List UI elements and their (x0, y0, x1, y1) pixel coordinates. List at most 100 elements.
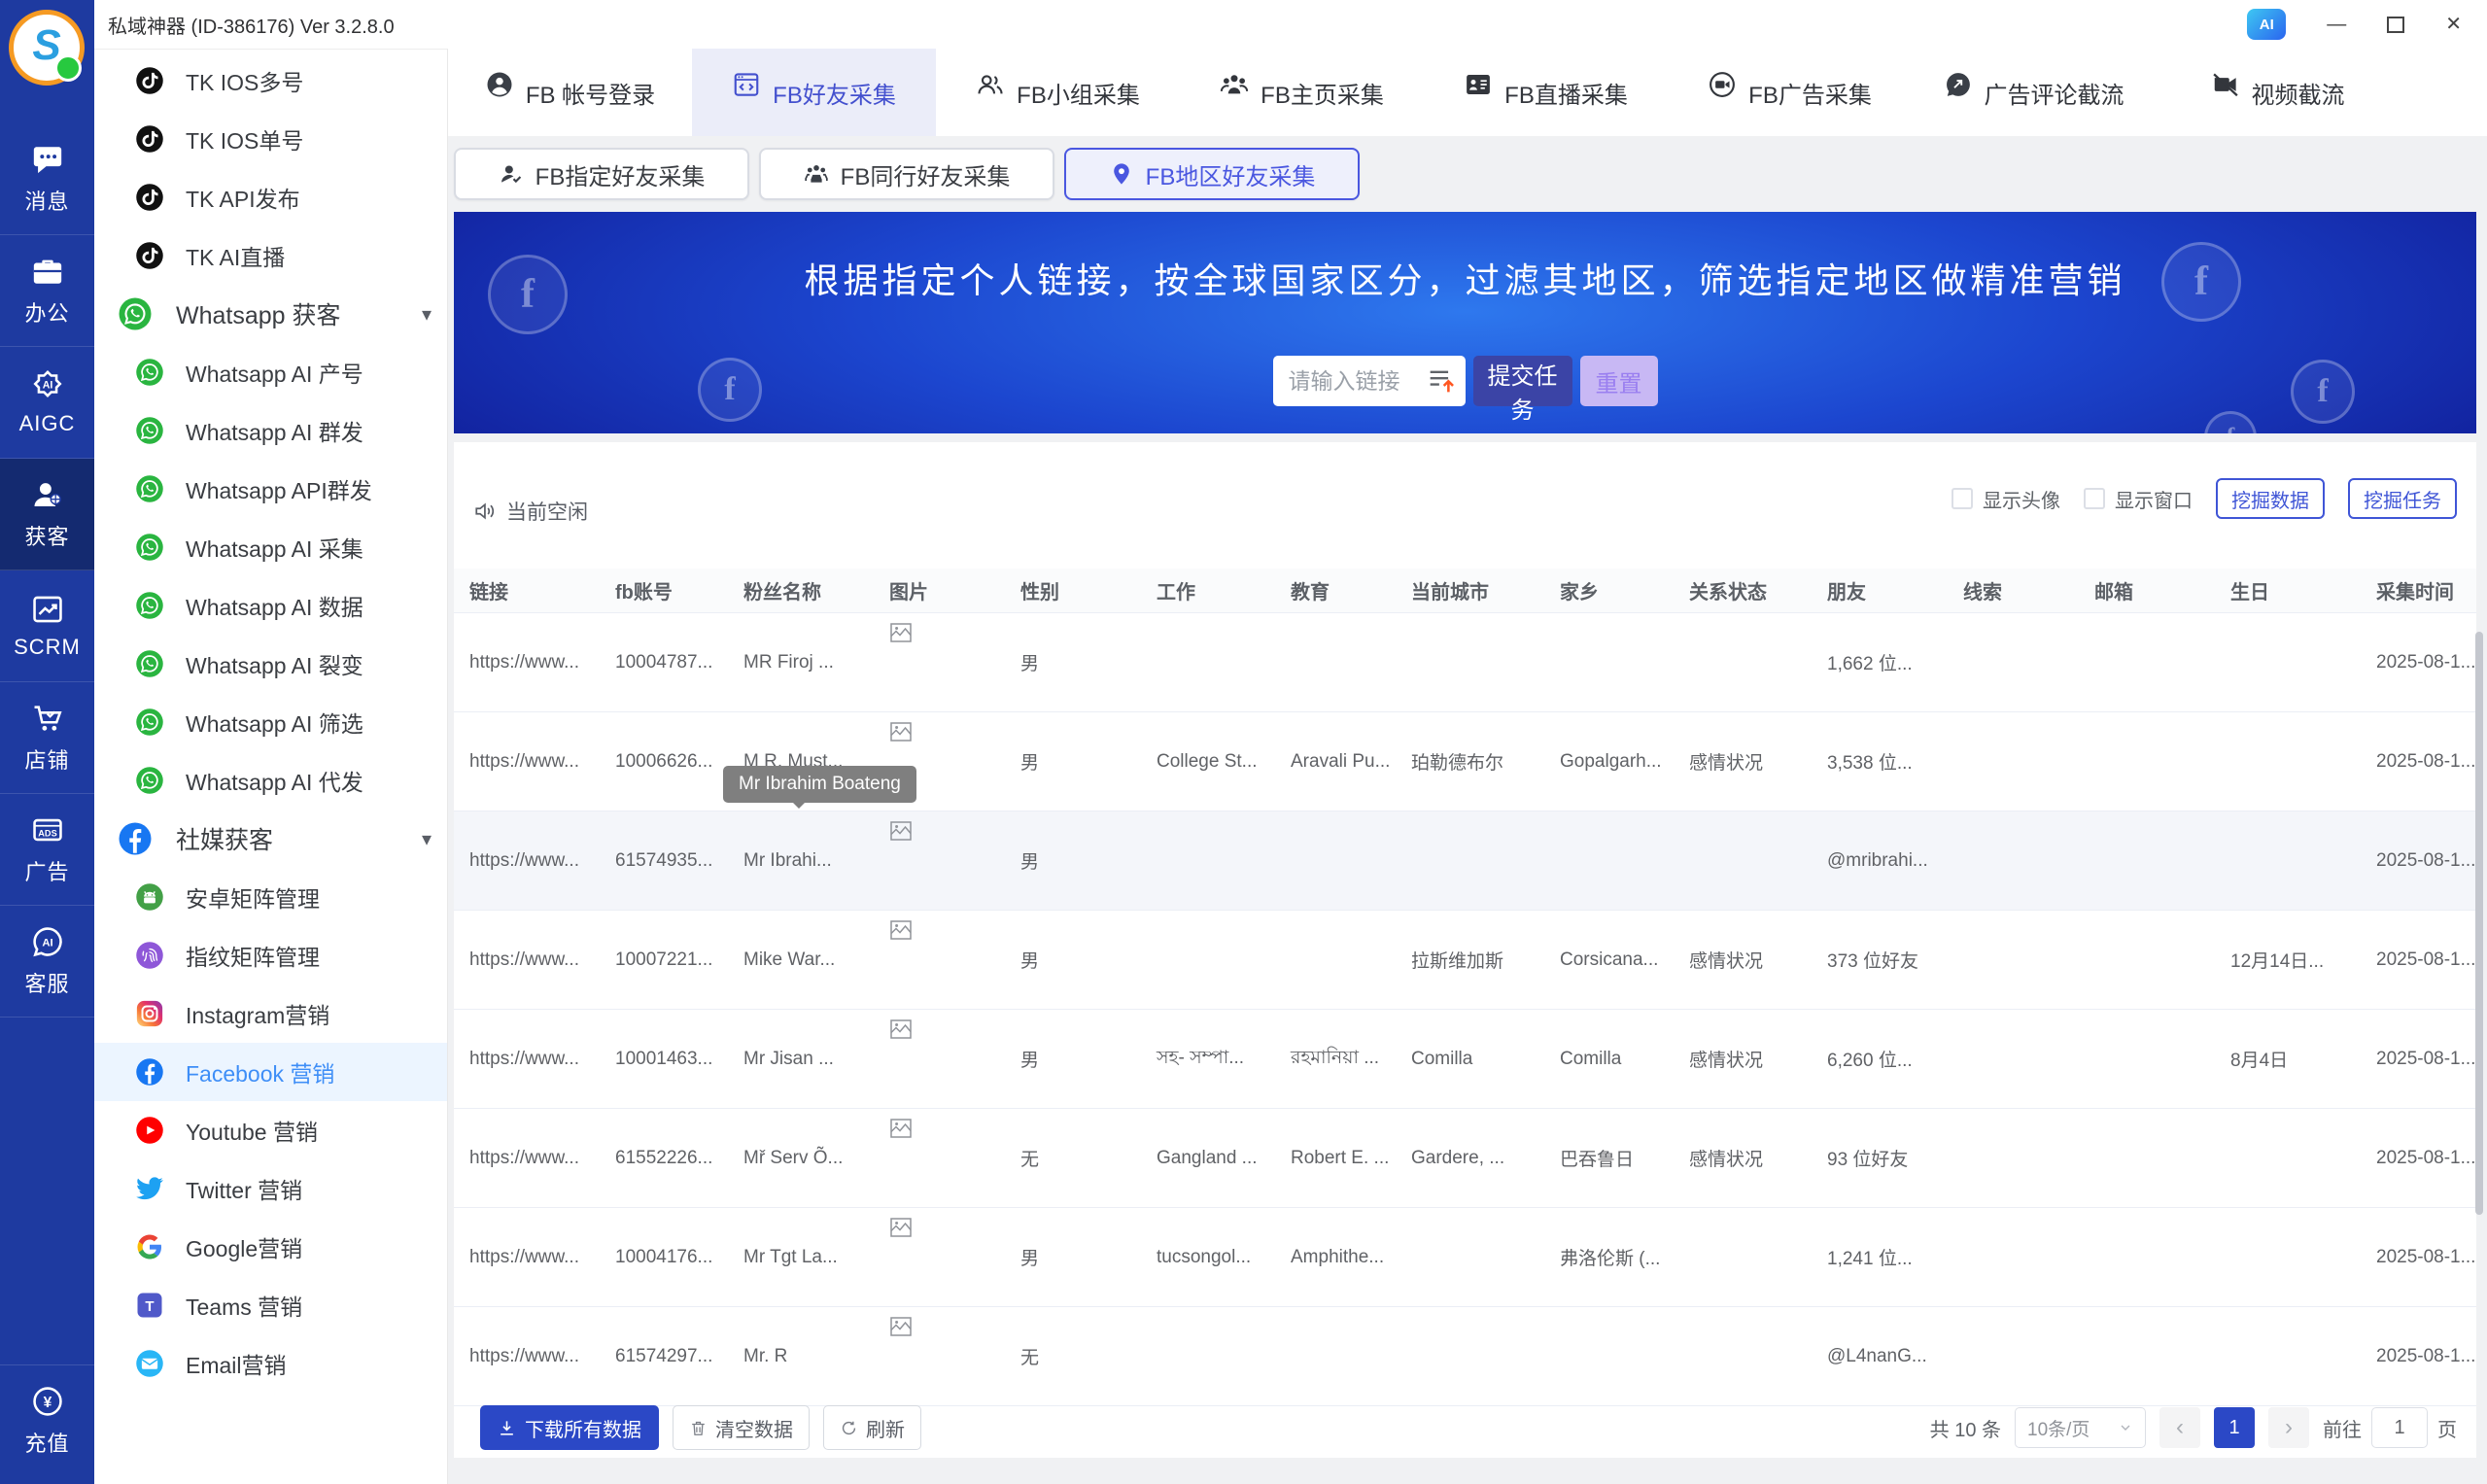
menu-item[interactable]: Google营销 ▾ (94, 1218, 447, 1276)
download-icon (498, 1419, 516, 1437)
cell-链接[interactable]: https://www... (454, 1307, 600, 1406)
vertical-scrollbar[interactable] (2475, 632, 2483, 1215)
minimize-icon[interactable]: — (2327, 15, 2346, 34)
ai-assistant-badge[interactable]: AI (2247, 9, 2286, 40)
menu-item[interactable]: 社媒获客 ▾ (94, 810, 447, 868)
table-row[interactable]: https://www...10007221...Mike War...男拉斯维… (454, 911, 2476, 1010)
rail-item[interactable]: SCRM (0, 570, 94, 682)
table-header-row: 链接fb账号粉丝名称图片性别工作教育当前城市家乡关系状态朋友线索邮箱生日采集时间 (454, 569, 2476, 613)
tab-icon (1944, 70, 1973, 99)
show-window-checkbox[interactable]: 显示窗口 (2084, 485, 2193, 513)
menu-item[interactable]: Whatsapp API群发 ▾ (94, 460, 447, 518)
tab[interactable]: 视频截流 (2156, 49, 2400, 136)
menu-item[interactable]: Whatsapp 获客 ▾ (94, 285, 447, 343)
subtab[interactable]: FB地区好友采集 (1064, 148, 1360, 200)
rail-item[interactable]: 消息 (0, 123, 94, 235)
tab[interactable]: FB广告采集 (1668, 49, 1912, 136)
menu-item[interactable]: Youtube 营销 ▾ (94, 1101, 447, 1159)
tab[interactable]: 广告评论截流 (1912, 49, 2156, 136)
download-all-button[interactable]: 下载所有数据 (480, 1405, 659, 1450)
menu-item[interactable]: T Teams 营销 ▾ (94, 1276, 447, 1334)
menu-item-label: Whatsapp AI 筛选 (186, 706, 363, 739)
link-input[interactable] (1287, 367, 1425, 396)
reset-button[interactable]: 重置 (1580, 356, 1658, 406)
cell-线索 (1948, 1307, 2079, 1406)
tab[interactable]: FB 帐号登录 (448, 49, 692, 136)
cell-链接[interactable]: https://www... (454, 1208, 600, 1307)
cell-链接[interactable]: https://www... (454, 811, 600, 911)
clear-label: 清空数据 (715, 1414, 793, 1442)
rail-item[interactable]: AI AIGC (0, 347, 94, 459)
tab[interactable]: FB直播采集 (1424, 49, 1668, 136)
close-icon[interactable]: ✕ (2445, 15, 2462, 34)
cell-邮箱 (2079, 1307, 2215, 1406)
menu-item[interactable]: Whatsapp AI 代发 ▾ (94, 751, 447, 810)
submit-task-button[interactable]: 提交任务 (1473, 356, 1572, 406)
cell-线索 (1948, 911, 2079, 1010)
rail-item[interactable]: 办公 (0, 235, 94, 347)
refresh-button[interactable]: 刷新 (823, 1405, 921, 1450)
page-size-select[interactable]: 10条/页 (2015, 1407, 2146, 1448)
rail-item-recharge[interactable]: ¥ 充值 (0, 1364, 94, 1476)
menu-item[interactable]: Instagram营销 ▾ (94, 984, 447, 1043)
menu-item[interactable]: Twitter 营销 ▾ (94, 1159, 447, 1218)
menu-item[interactable]: TK API发布 ▾ (94, 168, 447, 226)
cell-链接[interactable]: https://www... (454, 911, 600, 1010)
cell-图片 (874, 811, 1005, 911)
menu-item[interactable]: Whatsapp AI 裂变 ▾ (94, 635, 447, 693)
tab[interactable]: FB好友采集 (692, 49, 936, 136)
subtab[interactable]: FB同行好友采集 (759, 148, 1054, 200)
menu-item[interactable]: TK AI直播 ▾ (94, 226, 447, 285)
rail-item[interactable]: 获客 (0, 459, 94, 570)
cell-链接[interactable]: https://www... (454, 613, 600, 712)
rail-item[interactable]: ADS 广告 (0, 794, 94, 906)
menu-item[interactable]: Whatsapp AI 产号 ▾ (94, 343, 447, 401)
table-row[interactable]: https://www...61574297...Mr. R无@L4nanG..… (454, 1307, 2476, 1406)
chevron-down-icon: ▾ (422, 302, 432, 327)
goto-page-input[interactable] (2371, 1407, 2428, 1448)
cell-性别: 男 (1005, 1208, 1141, 1307)
menu-item[interactable]: TK IOS多号 ▾ (94, 52, 447, 110)
cell-链接[interactable]: https://www... (454, 1109, 600, 1208)
mine-data-button[interactable]: 挖掘数据 (2216, 478, 2325, 519)
subtab[interactable]: FB指定好友采集 (454, 148, 749, 200)
tab[interactable]: FB小组采集 (936, 49, 1180, 136)
rail-item-icon (31, 255, 64, 288)
prev-page-button[interactable]: ‹ (2159, 1407, 2200, 1448)
table-row[interactable]: https://www...61574935...Mr Ibrahi...男@m… (454, 811, 2476, 911)
show-avatar-checkbox[interactable]: 显示头像 (1952, 485, 2060, 513)
rail-item[interactable]: AI 客服 (0, 906, 94, 1018)
current-page[interactable]: 1 (2214, 1407, 2255, 1448)
next-page-button[interactable]: › (2268, 1407, 2309, 1448)
table-row[interactable]: https://www...61552226...Mř Serv Õ...无Ga… (454, 1109, 2476, 1208)
mine-task-button[interactable]: 挖掘任务 (2348, 478, 2457, 519)
cell-生日 (2215, 1109, 2361, 1208)
broken-image-icon (889, 1118, 913, 1139)
menu-item[interactable]: Facebook 营销 ▾ (94, 1043, 447, 1101)
rail-item[interactable]: 店铺 (0, 682, 94, 794)
menu-item[interactable]: Whatsapp AI 数据 ▾ (94, 576, 447, 635)
column-header: 链接 (454, 569, 600, 613)
column-header: 粉丝名称 (728, 569, 874, 613)
tab-icon (976, 70, 1005, 99)
clear-data-button[interactable]: 清空数据 (673, 1405, 810, 1450)
cell-采集时间: 2025-08-1... (2361, 911, 2476, 1010)
menu-item[interactable]: 指纹矩阵管理 ▾ (94, 926, 447, 984)
menu-item[interactable]: 安卓矩阵管理 ▾ (94, 868, 447, 926)
cell-链接[interactable]: https://www... (454, 1010, 600, 1109)
menu-item[interactable]: TK IOS单号 ▾ (94, 110, 447, 168)
table-row[interactable]: https://www...10004176...Mr Tgt La...男tu… (454, 1208, 2476, 1307)
upload-list-icon[interactable] (1425, 364, 1458, 397)
maximize-icon[interactable] (2387, 17, 2404, 33)
menu-item[interactable]: Whatsapp AI 采集 ▾ (94, 518, 447, 576)
menu-item[interactable]: Whatsapp AI 群发 ▾ (94, 401, 447, 460)
table-row[interactable]: https://www...10004787...MR Firoj ...男1,… (454, 613, 2476, 712)
tab[interactable]: FB主页采集 (1180, 49, 1424, 136)
cell-链接[interactable]: https://www... (454, 712, 600, 811)
table-row[interactable]: https://www...10001463...Mr Jisan ...男সহ… (454, 1010, 2476, 1109)
menu-item[interactable]: Email营销 ▾ (94, 1334, 447, 1393)
cell-朋友: @mribrahi... (1812, 811, 1948, 911)
tab-icon (485, 70, 514, 99)
menu-item-icon (135, 649, 164, 678)
menu-item[interactable]: Whatsapp AI 筛选 ▾ (94, 693, 447, 751)
